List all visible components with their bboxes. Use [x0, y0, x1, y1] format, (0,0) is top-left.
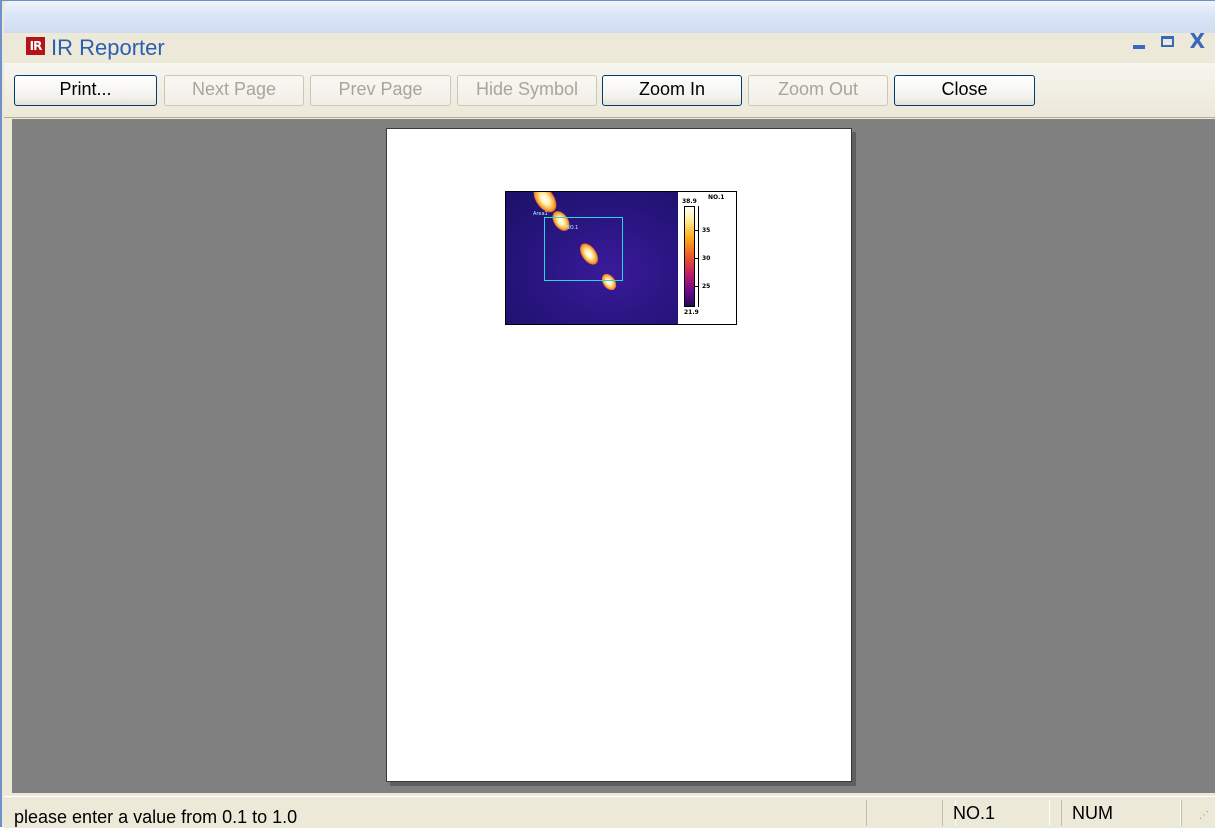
- window-title: IR Reporter: [51, 35, 165, 60]
- preview-page[interactable]: Area1 NO.1 NO.1 38.9 35 30 25 21.9: [386, 128, 852, 782]
- resize-grip-icon[interactable]: ⋰: [1199, 810, 1211, 822]
- scale-title: NO.1: [708, 194, 725, 201]
- roi-label: Area1: [533, 211, 548, 217]
- scale-tick-label: 25: [702, 283, 711, 290]
- ir-reporter-window: IR IR Reporter X Print... Next Page Prev…: [0, 0, 1215, 828]
- scale-tick-label: 35: [702, 227, 711, 234]
- window-controls: X: [1132, 31, 1205, 51]
- close-icon[interactable]: X: [1190, 31, 1205, 51]
- scale-tick-label: 30: [702, 255, 711, 262]
- color-scale-bar: [684, 206, 695, 307]
- scale-tick: [695, 286, 699, 287]
- scale-tick: [695, 230, 699, 231]
- zoom-in-button[interactable]: Zoom In: [602, 75, 742, 106]
- scale-min-label: 21.9: [684, 309, 699, 316]
- ir-app-icon[interactable]: IR: [26, 37, 45, 55]
- toolbar: Print... Next Page Prev Page Hide Symbol…: [4, 63, 1215, 118]
- minimize-icon[interactable]: [1132, 45, 1145, 49]
- hide-symbol-button[interactable]: Hide Symbol: [457, 75, 597, 106]
- scale-tick: [695, 258, 699, 259]
- title-bar[interactable]: [4, 1, 1215, 33]
- maximize-icon[interactable]: [1160, 36, 1174, 47]
- next-page-button[interactable]: Next Page: [164, 75, 304, 106]
- print-preview-area[interactable]: Area1 NO.1 NO.1 38.9 35 30 25 21.9: [12, 119, 1215, 793]
- status-bar: please enter a value from 0.1 to 1.0 NO.…: [4, 796, 1215, 828]
- scale-axis: [698, 206, 699, 307]
- print-button[interactable]: Print...: [14, 75, 157, 106]
- status-message: please enter a value from 0.1 to 1.0: [14, 807, 298, 827]
- status-pane-number: NO.1: [942, 800, 1050, 826]
- close-button[interactable]: Close: [894, 75, 1035, 106]
- thermal-image: Area1 NO.1: [506, 192, 678, 324]
- roi-rectangle: [544, 217, 623, 281]
- status-pane-numlock: NUM: [1061, 800, 1181, 826]
- scale-max-label: 38.9: [682, 198, 697, 205]
- zoom-out-button[interactable]: Zoom Out: [748, 75, 888, 106]
- spot-label: NO.1: [566, 225, 579, 231]
- thermal-image-panel: Area1 NO.1 NO.1 38.9 35 30 25 21.9: [505, 191, 737, 325]
- prev-page-button[interactable]: Prev Page: [310, 75, 451, 106]
